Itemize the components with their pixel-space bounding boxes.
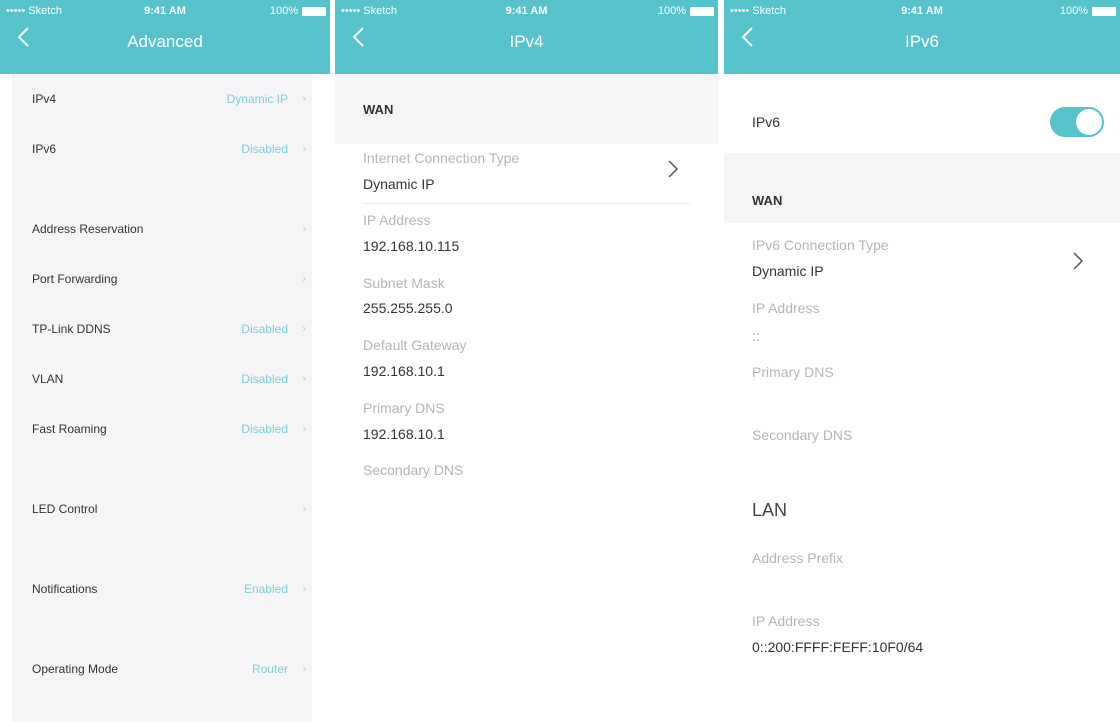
ipv6-screen: ••••• Sketch 9:41 AM 100% IPv6 IPv6 WAN … <box>724 0 1120 722</box>
chevron-right-icon: › <box>302 423 306 435</box>
row-label: IPv4 <box>32 92 57 106</box>
subnet-mask-label: Subnet Mask <box>363 275 445 291</box>
row-label: Fast Roaming <box>32 422 107 436</box>
wan-section-title: WAN <box>363 102 394 117</box>
default-gateway-label: Default Gateway <box>363 337 467 353</box>
nav-bar: ••••• Sketch 9:41 AM 100% IPv4 <box>335 0 718 74</box>
chevron-right-icon: › <box>302 93 306 105</box>
row-value: Enabled <box>243 582 288 596</box>
ipv6-toggle[interactable] <box>1050 107 1104 137</box>
advanced-row-port-forwarding[interactable]: Port Forwarding › <box>12 254 312 304</box>
connection-type-label: Internet Connection Type <box>363 150 520 166</box>
row-value: Dynamic IP <box>226 92 288 106</box>
address-prefix-label: Address Prefix <box>752 550 844 566</box>
chevron-right-icon[interactable] <box>1072 250 1084 278</box>
subnet-mask-value: 255.255.255.0 <box>363 300 453 316</box>
chevron-right-icon: › <box>302 583 306 595</box>
advanced-row-fast-roaming[interactable]: Fast Roaming Disabled › <box>12 404 312 454</box>
battery-icon <box>302 7 326 16</box>
advanced-row-ipv4[interactable]: IPv4 Dynamic IP › <box>12 74 312 124</box>
connection-type-label: IPv6 Connection Type <box>752 237 889 253</box>
battery-percent: 100% <box>269 5 298 17</box>
row-value: Router <box>251 662 288 676</box>
lan-ip-address-label: IP Address <box>752 613 820 629</box>
battery-icon <box>690 7 714 16</box>
lan-ip-address-value: 0::200:FFFF:FEFF:10F0/64 <box>752 639 924 655</box>
chevron-right-icon: › <box>302 273 306 285</box>
primary-dns-label: Primary DNS <box>752 364 834 380</box>
ip-address-value: 192.168.10.115 <box>363 238 460 254</box>
chevron-right-icon[interactable] <box>667 158 679 186</box>
chevron-right-icon: › <box>302 663 306 675</box>
chevron-right-icon: › <box>302 143 306 155</box>
row-value: Disabled <box>241 372 288 386</box>
advanced-screen: ••••• Sketch 9:41 AM 100% Advanced IPv4 D… <box>0 0 330 722</box>
row-label: VLAN <box>32 372 64 386</box>
wan-section-title: WAN <box>752 193 783 208</box>
advanced-row-notifications[interactable]: Notifications Enabled › <box>12 564 312 614</box>
row-value: Disabled <box>241 422 288 436</box>
status-bar: ••••• Sketch 9:41 AM 100% <box>724 0 1120 20</box>
advanced-row-ipv6[interactable]: IPv6 Disabled › <box>12 124 312 174</box>
nav-bar: ••••• Sketch 9:41 AM 100% IPv6 <box>724 0 1120 74</box>
row-label: Address Reservation <box>32 222 144 236</box>
page-title: IPv4 <box>509 32 544 51</box>
advanced-row-address-reservation[interactable]: Address Reservation › <box>12 204 312 254</box>
ip-address-label: IP Address <box>363 212 431 228</box>
ipv6-toggle-label: IPv6 <box>752 114 781 130</box>
row-label: Notifications <box>32 582 98 596</box>
row-label: Operating Mode <box>32 662 119 676</box>
row-label: Port Forwarding <box>32 272 118 286</box>
chevron-right-icon: › <box>302 323 306 335</box>
advanced-row-led-control[interactable]: LED Control › <box>12 484 312 534</box>
lan-section-title: LAN <box>752 500 788 520</box>
secondary-dns-label: Secondary DNS <box>363 462 464 478</box>
ip-address-label: IP Address <box>752 300 820 316</box>
page-title: Advanced <box>127 32 203 51</box>
status-bar: ••••• Sketch 9:41 AM 100% <box>335 0 718 20</box>
nav-bar: ••••• Sketch 9:41 AM 100% Advanced <box>0 0 330 74</box>
page-title: IPv6 <box>904 32 940 51</box>
row-value: Disabled <box>241 142 288 156</box>
advanced-row-tp-link-ddns[interactable]: TP-Link DDNS Disabled › <box>12 304 312 354</box>
row-value: Disabled <box>241 322 288 336</box>
battery-percent: 100% <box>657 5 686 17</box>
chevron-right-icon: › <box>302 223 306 235</box>
connection-type-value: Dynamic IP <box>363 176 435 192</box>
advanced-row-vlan[interactable]: VLAN Disabled › <box>12 354 312 404</box>
row-label: LED Control <box>32 502 98 516</box>
status-bar: ••••• Sketch 9:41 AM 100% <box>0 0 330 20</box>
chevron-right-icon: › <box>302 373 306 385</box>
row-label: TP-Link DDNS <box>32 322 111 336</box>
battery-percent: 100% <box>1059 5 1088 17</box>
toggle-knob <box>1076 109 1102 135</box>
default-gateway-value: 192.168.10.1 <box>363 363 445 379</box>
advanced-row-operating-mode[interactable]: Operating Mode Router › <box>12 644 312 694</box>
primary-dns-label: Primary DNS <box>363 400 445 416</box>
battery-icon <box>1092 7 1116 16</box>
secondary-dns-label: Secondary DNS <box>752 427 853 443</box>
ip-address-value: :: <box>752 328 760 344</box>
primary-dns-value: 192.168.10.1 <box>363 426 445 442</box>
connection-type-value: Dynamic IP <box>752 263 824 279</box>
row-label: IPv6 <box>32 142 57 156</box>
ipv4-screen: ••••• Sketch 9:41 AM 100% IPv4 WAN Inter… <box>335 0 718 722</box>
chevron-right-icon: › <box>302 503 306 515</box>
